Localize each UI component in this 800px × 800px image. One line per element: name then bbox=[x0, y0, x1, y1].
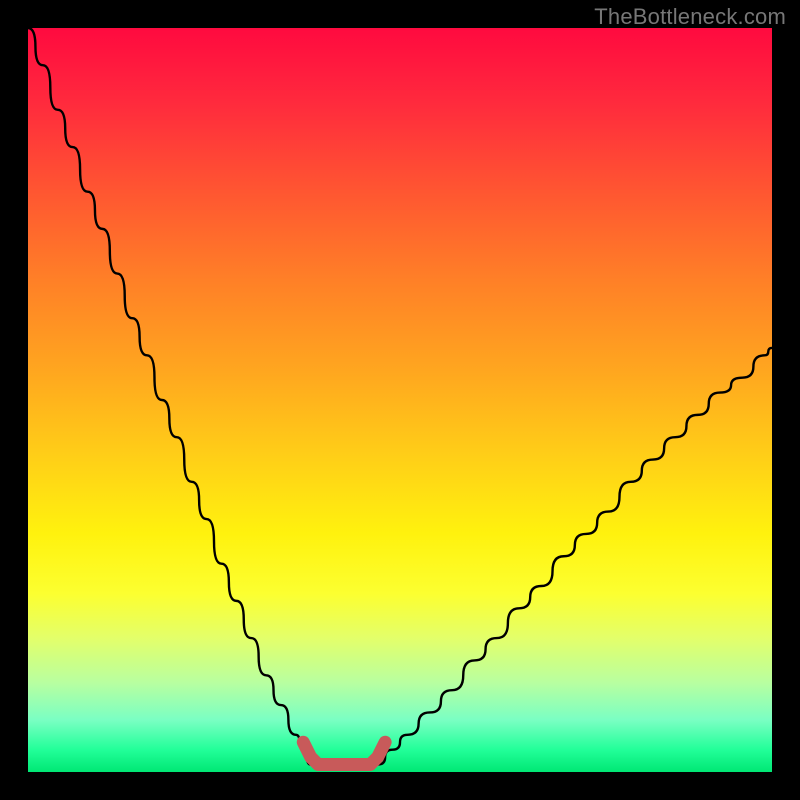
watermark-text: TheBottleneck.com bbox=[594, 4, 786, 30]
right-curve bbox=[378, 348, 772, 765]
left-curve bbox=[28, 28, 311, 765]
highlight-segment bbox=[303, 742, 385, 764]
curves-svg bbox=[28, 28, 772, 772]
plot-area bbox=[28, 28, 772, 772]
chart-frame: TheBottleneck.com bbox=[0, 0, 800, 800]
